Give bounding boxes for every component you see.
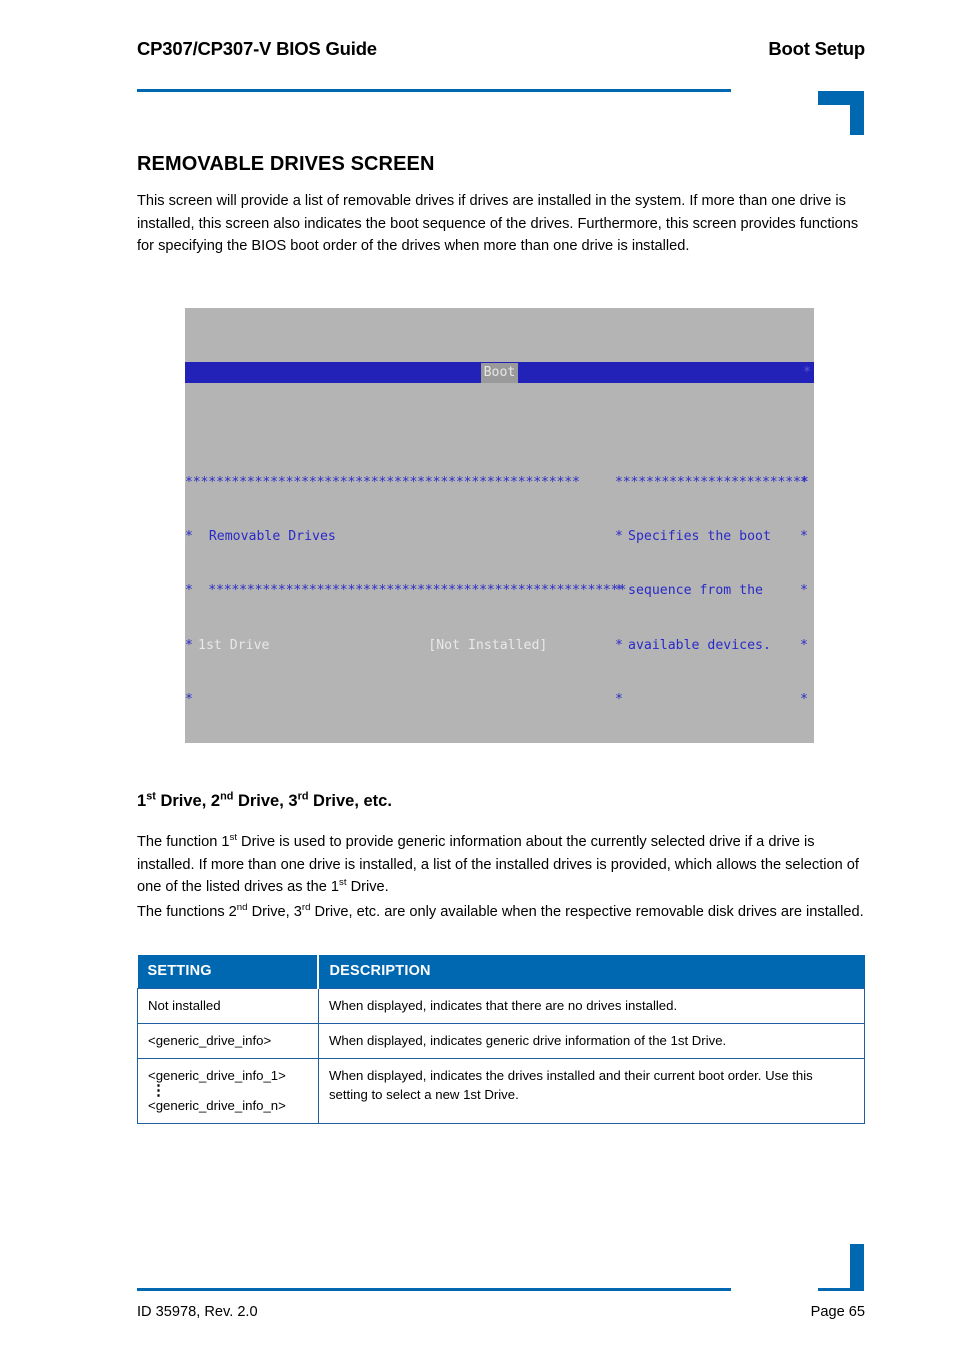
- bios-row-left-star: *: [185, 637, 193, 653]
- bios-help-line: * sequence from the: [615, 582, 814, 600]
- table-header-row: SETTING DESCRIPTION: [137, 955, 865, 989]
- bios-panel-heading: * Removable Drives: [185, 529, 336, 545]
- subsection-paragraph-1: The function 1st Drive is used to provid…: [137, 832, 859, 895]
- bios-titlebar: Boot *: [185, 362, 814, 384]
- bios-setting-row-1st-drive[interactable]: * 1st Drive [Not Installed]: [185, 637, 615, 655]
- ordinal-suffix: nd: [236, 902, 248, 914]
- footer-corner-vertical-bar: [850, 1244, 864, 1291]
- bios-rule-top: ****************************************…: [185, 474, 580, 490]
- page-header: CP307/CP307-V BIOS Guide Boot Setup: [137, 38, 865, 72]
- subsection-heading-sup3: rd: [297, 790, 309, 803]
- ordinal-suffix: st: [229, 832, 238, 844]
- table-header-setting: SETTING: [137, 955, 320, 989]
- bios-setting-value[interactable]: [Not Installed]: [428, 638, 547, 653]
- bios-row-left-star: *: [615, 529, 623, 545]
- bios-rule-under-heading: * **************************************…: [185, 583, 627, 599]
- subsection-heading-p1: 1: [137, 792, 147, 810]
- bios-setting-label: 1st Drive: [198, 637, 270, 653]
- subsection-heading-sup1: st: [146, 790, 156, 803]
- bios-edge-star: *: [800, 583, 808, 599]
- table-cell-setting-last: <generic_drive_info_n>: [148, 1098, 286, 1113]
- bios-right-edge-stars: * * * * * * * * * * * * * * * * * * * * …: [800, 438, 812, 743]
- subsection-heading-p4: Drive, etc.: [308, 792, 392, 810]
- header-document-title: CP307/CP307-V BIOS Guide: [137, 38, 377, 59]
- bios-row-left-star: *: [615, 583, 623, 599]
- ordinal-suffix: st: [339, 877, 347, 889]
- footer-corner-horizontal-bar: [818, 1288, 864, 1291]
- ordinal-suffix: rd: [301, 902, 311, 914]
- bios-body: ****************************************…: [185, 437, 814, 743]
- vertical-ellipsis-icon: ⋮: [151, 1082, 166, 1099]
- table-row: <generic_drive_info> When displayed, ind…: [137, 1023, 866, 1059]
- subsection-paragraph-2: The functions 2nd Drive, 3rd Drive, etc.…: [137, 902, 864, 920]
- header-divider-line: [137, 89, 731, 92]
- table-header-description: DESCRIPTION: [318, 955, 865, 989]
- bios-help-text: sequence from the: [628, 583, 763, 599]
- bios-help-line: * available devices.: [615, 637, 814, 655]
- bios-blank-row: *: [615, 691, 623, 707]
- intro-paragraph: This screen will provide a list of remov…: [137, 193, 859, 254]
- footer-corner-mark: [818, 1244, 864, 1291]
- table-row: Not installed When displayed, indicates …: [137, 988, 866, 1024]
- footer-page-number: Page 65: [810, 1304, 865, 1320]
- subsection-heading-p3: Drive, 3: [233, 792, 298, 810]
- bios-left-panel: ****************************************…: [185, 438, 627, 743]
- bios-setting-value-wrap: [Not Installed]: [269, 638, 547, 653]
- table-cell-description: When displayed, indicates generic drive …: [317, 1023, 866, 1059]
- header-chapter-title: Boot Setup: [768, 38, 865, 59]
- bios-screenshot: Boot * *********************************…: [185, 308, 814, 743]
- bios-edge-star: *: [800, 529, 808, 545]
- bios-blank-row: *: [185, 691, 193, 707]
- table-cell-setting-first: <generic_drive_info_1>: [148, 1068, 286, 1083]
- subsection-heading-sup2: nd: [220, 790, 234, 803]
- table-cell-setting: Not installed: [137, 988, 319, 1024]
- table-cell-description: When displayed, indicates the drives ins…: [317, 1058, 866, 1124]
- bios-help-text: available devices.: [628, 637, 771, 653]
- bios-edge-star: *: [800, 691, 808, 707]
- bios-row-left-star: *: [615, 637, 623, 653]
- bios-edge-star: *: [800, 637, 808, 653]
- subsection-heading: 1st Drive, 2nd Drive, 3rd Drive, etc.: [137, 790, 392, 811]
- table-cell-description: When displayed, indicates that there are…: [317, 988, 866, 1024]
- bios-help-line: * Specifies the boot: [615, 528, 814, 546]
- footer-document-id: ID 35978, Rev. 2.0: [137, 1304, 258, 1320]
- bios-help-panel: ************************* * Specifies the…: [615, 438, 814, 743]
- page-title: REMOVABLE DRIVES SCREEN: [137, 153, 435, 175]
- page-footer: ID 35978, Rev. 2.0 Page 65: [137, 1304, 865, 1320]
- bios-tab-boot[interactable]: Boot: [480, 362, 519, 383]
- subsection-heading-p2: Drive, 2: [155, 792, 221, 810]
- header-corner-mark: [818, 91, 864, 135]
- footer-divider-line: [137, 1288, 731, 1291]
- bios-edge-star: *: [800, 474, 808, 490]
- bios-rule-top-right: *************************: [615, 474, 809, 490]
- header-corner-vertical-bar: [850, 91, 864, 135]
- table-row: <generic_drive_info_1> ⋮ <generic_drive_…: [137, 1058, 866, 1124]
- settings-table: SETTING DESCRIPTION Not installed When d…: [137, 955, 866, 1124]
- table-cell-setting-range: <generic_drive_info_1> ⋮ <generic_drive_…: [137, 1058, 319, 1124]
- table-cell-setting: <generic_drive_info>: [137, 1023, 319, 1059]
- bios-titlebar-edge-star: *: [803, 365, 811, 381]
- bios-help-text: Specifies the boot: [628, 529, 771, 545]
